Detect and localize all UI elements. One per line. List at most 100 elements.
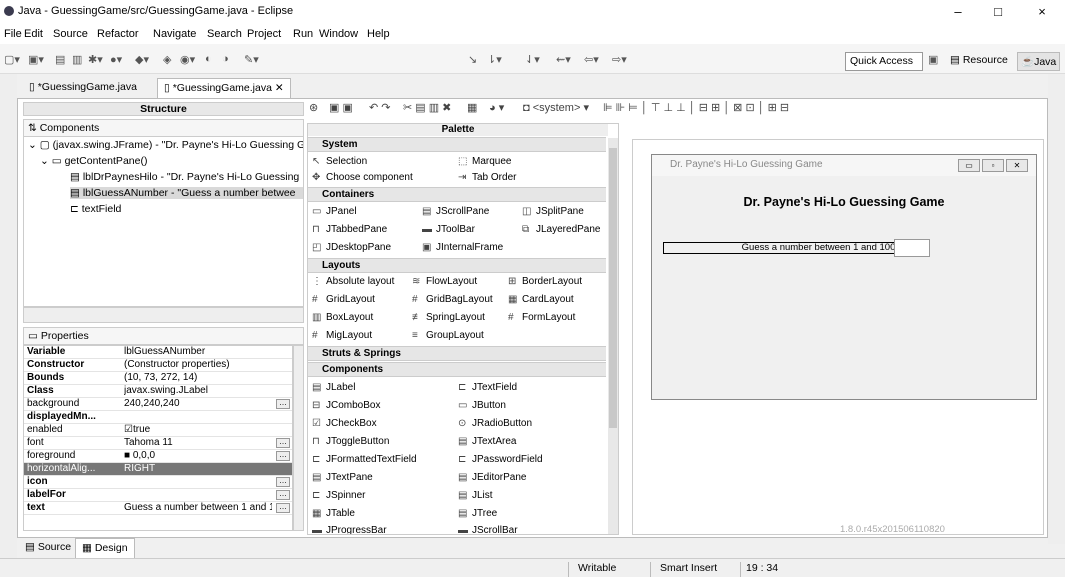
- palette-boxlayout[interactable]: ▥ BoxLayout: [312, 312, 373, 323]
- palette-jradiobutton[interactable]: ⊙ JRadioButton: [458, 418, 532, 429]
- minimize-button[interactable]: –: [938, 2, 978, 22]
- palette-marquee[interactable]: ⬚ Marquee: [458, 156, 511, 167]
- new-class-icon[interactable]: ◉▾: [180, 53, 195, 66]
- tab-design[interactable]: ▦ Design: [75, 538, 135, 558]
- tree-item-lbldrpayneshilo[interactable]: ▤ lblDrPaynesHilo - "Dr. Payne's Hi-Lo G…: [70, 171, 303, 183]
- prop-row[interactable]: displayedMn...: [24, 411, 292, 424]
- palette-tab-order[interactable]: ⇥ Tab Order: [458, 172, 516, 183]
- palette-icon[interactable]: ▦: [467, 101, 477, 114]
- category-components[interactable]: Components: [308, 362, 606, 377]
- tab-guessinggame-java-1[interactable]: ▯ *GuessingGame.java: [23, 78, 143, 98]
- guess-text-field[interactable]: [894, 239, 930, 257]
- palette-selection[interactable]: ↖ Selection: [312, 156, 367, 167]
- menu-edit[interactable]: Edit: [24, 28, 43, 40]
- palette-jtoolbar[interactable]: ▬ JToolBar: [422, 224, 475, 235]
- palette-jprogressbar[interactable]: ▬ JProgressBar: [312, 525, 387, 534]
- open-task-icon[interactable]: ◑: [222, 53, 229, 65]
- palette-miglayout[interactable]: # MigLayout: [312, 330, 372, 341]
- edit-button[interactable]: …: [276, 438, 290, 448]
- prev-annotation-icon[interactable]: ⇃▾: [525, 53, 540, 66]
- palette-choose-component[interactable]: ✥ Choose component: [312, 172, 413, 183]
- palette-jpanel[interactable]: ▭ JPanel: [312, 206, 357, 217]
- run-icon[interactable]: ●▾: [110, 53, 122, 66]
- prop-value[interactable]: Tahoma 11: [124, 437, 272, 448]
- palette-gridbaglayout[interactable]: # GridBagLayout: [412, 294, 493, 305]
- tab-source[interactable]: ▤ Source: [19, 538, 77, 558]
- palette-jcheckbox[interactable]: ☑ JCheckBox: [312, 418, 377, 429]
- prop-row[interactable]: font Tahoma 11…: [24, 437, 292, 450]
- palette-jtextfield[interactable]: ⊏ JTextField: [458, 382, 517, 393]
- properties-scrollbar[interactable]: [293, 345, 304, 531]
- prop-row[interactable]: icon…: [24, 476, 292, 489]
- prop-value[interactable]: javax.swing.JLabel: [124, 385, 272, 396]
- tab-guessinggame-java-2[interactable]: ▯ *GuessingGame.java ✕: [157, 78, 291, 98]
- palette-jtogglebutton[interactable]: ⊓ JToggleButton: [312, 436, 389, 447]
- forward-icon[interactable]: ⇨▾: [612, 53, 627, 66]
- new-java-project-icon[interactable]: ◈: [163, 53, 171, 66]
- prop-value[interactable]: Guess a number between 1 and 1...: [124, 502, 272, 513]
- palette-jspinner[interactable]: ⊏ JSpinner: [312, 490, 365, 501]
- menu-run[interactable]: Run: [293, 28, 313, 40]
- prop-value[interactable]: ☑true: [124, 424, 272, 435]
- palette-jbutton[interactable]: ▭ JButton: [458, 400, 506, 411]
- palette-cardlayout[interactable]: ▦ CardLayout: [508, 294, 574, 305]
- edit-button[interactable]: …: [276, 477, 290, 487]
- search-icon[interactable]: ✎▾: [244, 53, 259, 66]
- expand-icon[interactable]: ⌄ ▭: [40, 155, 65, 167]
- palette-jformattedtextfield[interactable]: ⊏ JFormattedTextField: [312, 454, 417, 465]
- palette-jsplitpane[interactable]: ◫ JSplitPane: [522, 206, 584, 217]
- back-icon[interactable]: ⇦▾: [584, 53, 599, 66]
- prop-row[interactable]: foreground ■ 0,0,0…: [24, 450, 292, 463]
- palette-jscrollpane[interactable]: ▤ JScrollPane: [422, 206, 489, 217]
- menu-window[interactable]: Window: [319, 28, 358, 40]
- edit-button[interactable]: …: [276, 451, 290, 461]
- edit-button[interactable]: …: [276, 399, 290, 409]
- last-edit-icon[interactable]: ⇜▾: [556, 53, 571, 66]
- tree-item-textfield[interactable]: ⊏ textField: [70, 203, 303, 215]
- palette-jeditorpane[interactable]: ▤ JEditorPane: [458, 472, 526, 483]
- palette-jtextarea[interactable]: ▤ JTextArea: [458, 436, 516, 447]
- jframe-preview[interactable]: Dr. Payne's Hi-Lo Guessing Game ▭ ▫ ✕ Dr…: [651, 154, 1037, 400]
- prop-value[interactable]: (Constructor properties): [124, 359, 272, 370]
- palette-jtextpane[interactable]: ▤ JTextPane: [312, 472, 373, 483]
- menu-navigate[interactable]: Navigate: [153, 28, 196, 40]
- design-canvas[interactable]: Dr. Payne's Hi-Lo Guessing Game ▭ ▫ ✕ Dr…: [632, 139, 1044, 535]
- prop-row[interactable]: Constructor (Constructor properties): [24, 359, 292, 372]
- palette-borderlayout[interactable]: ⊞ BorderLayout: [508, 276, 582, 287]
- palette-jlist[interactable]: ▤ JList: [458, 490, 493, 501]
- prop-row[interactable]: Class javax.swing.JLabel: [24, 385, 292, 398]
- menu-file[interactable]: File: [4, 28, 22, 40]
- prop-value[interactable]: RIGHT: [124, 463, 272, 474]
- heading-label[interactable]: Dr. Payne's Hi-Lo Guessing Game: [652, 195, 1036, 209]
- menu-search[interactable]: Search: [207, 28, 242, 40]
- prop-row[interactable]: text Guess a number between 1 and 1...…: [24, 502, 292, 515]
- open-perspective-icon[interactable]: ▣: [928, 53, 938, 66]
- palette-formlayout[interactable]: # FormLayout: [508, 312, 575, 323]
- menu-project[interactable]: Project: [247, 28, 281, 40]
- edit-button[interactable]: …: [276, 503, 290, 513]
- prop-row[interactable]: enabled ☑true: [24, 424, 292, 437]
- prop-row[interactable]: background 240,240,240…: [24, 398, 292, 411]
- category-layouts[interactable]: Layouts: [308, 258, 606, 273]
- palette-jdesktoppane[interactable]: ◰ JDesktopPane: [312, 242, 391, 253]
- prop-value[interactable]: lblGuessANumber: [124, 346, 272, 357]
- maximize-button[interactable]: □: [978, 2, 1018, 22]
- prop-row-selected[interactable]: horizontalAlig... RIGHT: [24, 463, 292, 476]
- prop-row[interactable]: Bounds (10, 73, 272, 14): [24, 372, 292, 385]
- palette-gridlayout[interactable]: # GridLayout: [312, 294, 375, 305]
- category-containers[interactable]: Containers: [308, 187, 606, 202]
- category-system[interactable]: System: [308, 137, 606, 152]
- quick-access-input[interactable]: Quick Access: [845, 52, 923, 71]
- save-icon[interactable]: ▤: [55, 53, 65, 66]
- close-tab-icon[interactable]: ✕: [272, 82, 284, 94]
- menu-help[interactable]: Help: [367, 28, 390, 40]
- undo-icon[interactable]: ↶ ↷: [369, 101, 391, 114]
- close-button[interactable]: ×: [1022, 2, 1062, 22]
- save-all-icon[interactable]: ▥: [72, 53, 82, 66]
- toggle-mark-icon[interactable]: ↘: [468, 53, 477, 66]
- system-combo[interactable]: ◘ <system> ▾: [523, 101, 589, 114]
- palette-flowlayout[interactable]: ≋ FlowLayout: [412, 276, 477, 287]
- prop-value[interactable]: ■ 0,0,0: [124, 450, 272, 461]
- new-icon[interactable]: ▢▾: [4, 53, 20, 66]
- prop-value[interactable]: (10, 73, 272, 14): [124, 372, 272, 383]
